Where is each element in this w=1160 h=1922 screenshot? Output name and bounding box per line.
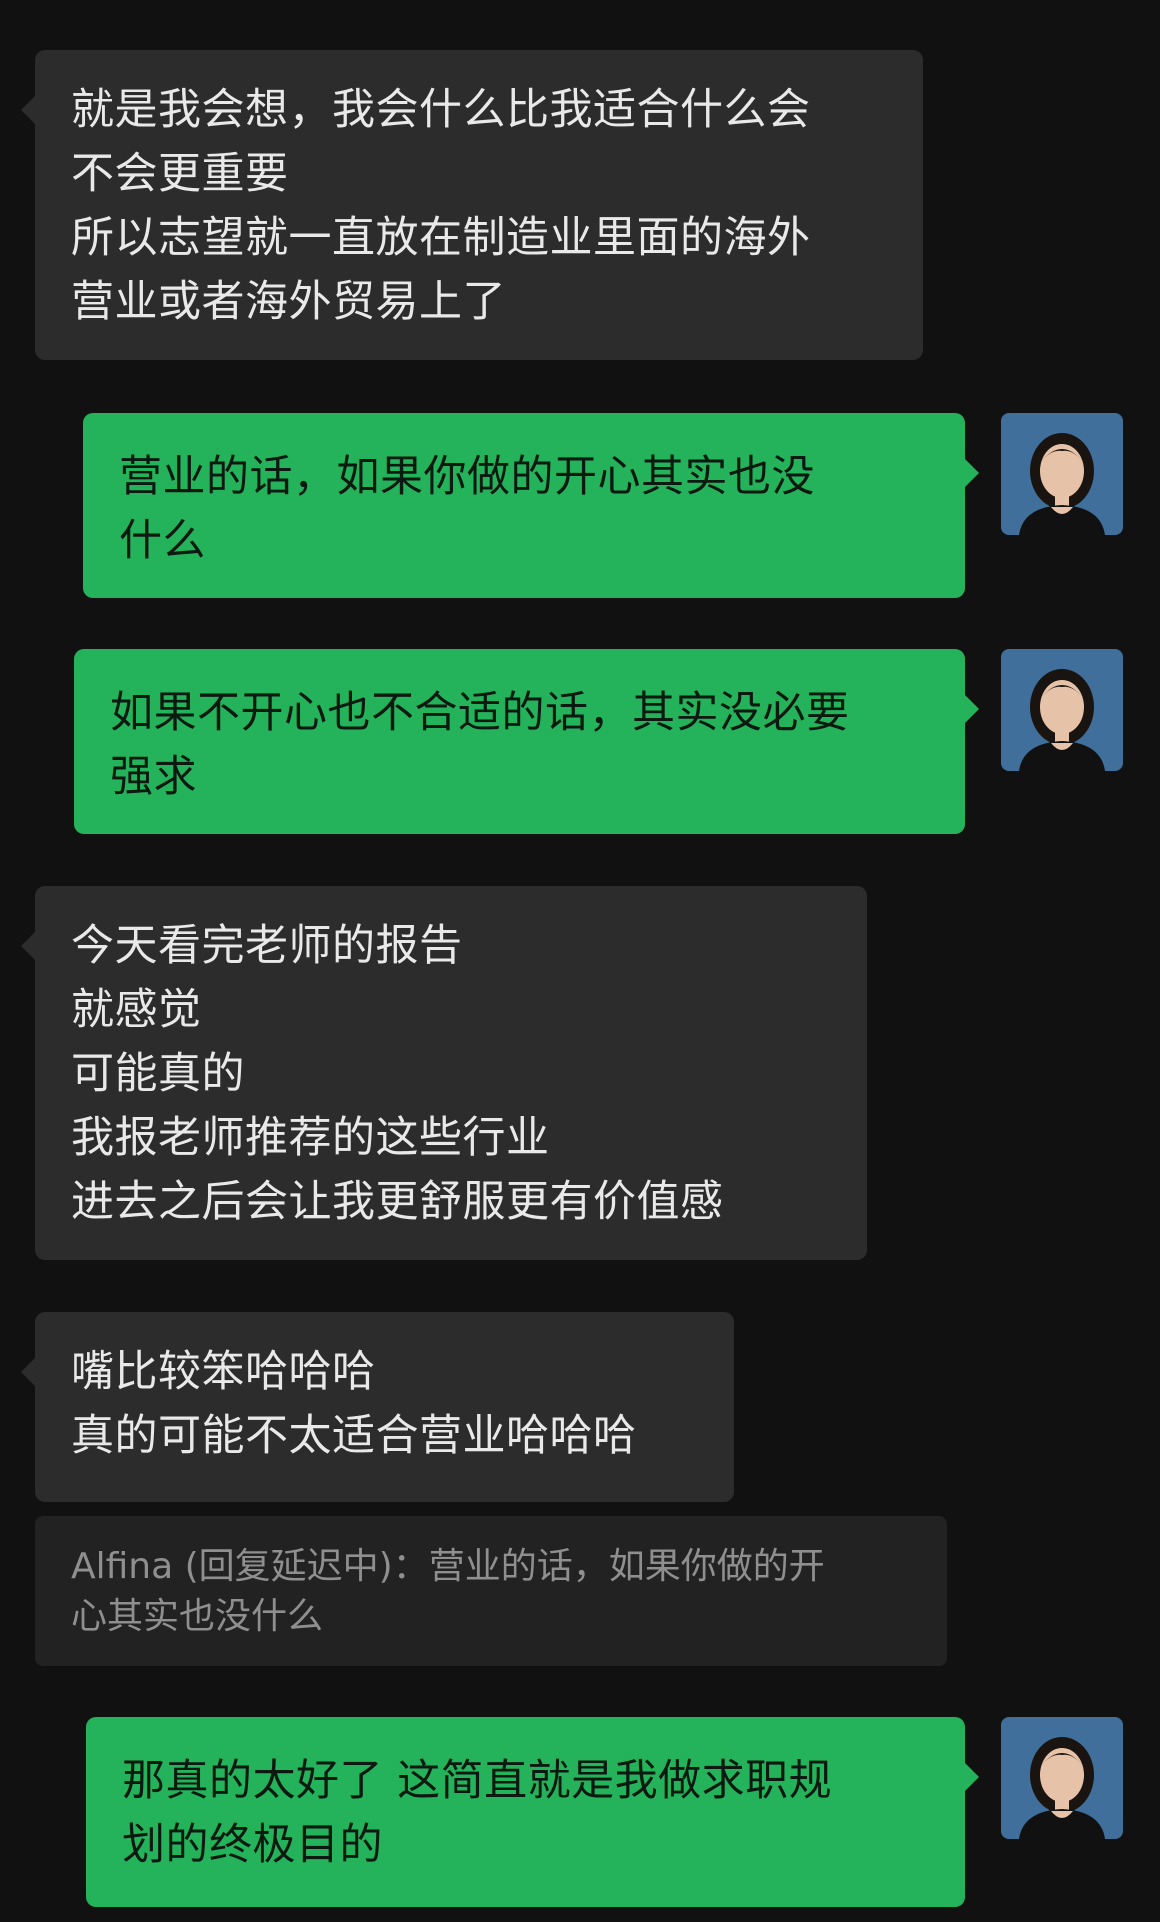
user-avatar-icon[interactable]: [1001, 413, 1123, 535]
incoming-message-bubble[interactable]: 嘴比较笨哈哈哈 真的可能不太适合营业哈哈哈: [21, 1312, 734, 1502]
avatar-portrait: [1001, 1717, 1123, 1839]
incoming-message-bubble[interactable]: 就是我会想，我会什么比我适合什么会 不会更重要 所以志望就一直放在制造业里面的海…: [21, 50, 923, 360]
outgoing-message-bubble[interactable]: 营业的话，如果你做的开心其实也没 什么: [83, 413, 979, 598]
outgoing-message-bubble[interactable]: 那真的太好了 这简直就是我做求职规 划的终极目的: [86, 1717, 979, 1907]
outgoing-message-bubble[interactable]: 如果不开心也不合适的话，其实没必要 强求: [74, 649, 979, 834]
avatar-portrait: [1001, 649, 1123, 771]
quoted-reply-preview[interactable]: Alfina (回复延迟中)：营业的话，如果你做的开 心其实也没什么: [35, 1516, 947, 1666]
incoming-message-bubble[interactable]: 今天看完老师的报告 就感觉 可能真的 我报老师推荐的这些行业 进去之后会让我更舒…: [21, 886, 867, 1260]
avatar-portrait: [1001, 413, 1123, 535]
user-avatar-icon[interactable]: [1001, 1717, 1123, 1839]
user-avatar-icon[interactable]: [1001, 649, 1123, 771]
